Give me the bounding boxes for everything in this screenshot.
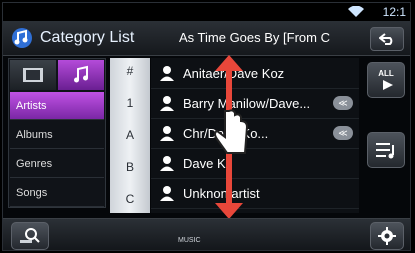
person-icon: [160, 96, 174, 111]
index-1[interactable]: 1: [110, 96, 150, 110]
category-songs[interactable]: Songs: [10, 179, 104, 207]
category-genres[interactable]: Genres: [10, 150, 104, 178]
side-controls: ALL: [363, 58, 409, 213]
audio-tab[interactable]: [58, 60, 104, 90]
play-icon: [383, 80, 393, 90]
index-c[interactable]: C: [110, 192, 150, 206]
person-icon: [160, 126, 174, 141]
gear-icon: [378, 227, 396, 245]
more-icon[interactable]: ≪: [333, 126, 353, 140]
back-button[interactable]: [370, 27, 404, 51]
back-arrow-icon: [379, 33, 393, 45]
list-item[interactable]: Anitaer/Dave Koz: [151, 58, 359, 89]
list-item[interactable]: Unknon artist: [151, 178, 359, 209]
play-all-button[interactable]: ALL: [367, 62, 405, 98]
category-artists[interactable]: Artists: [10, 92, 104, 120]
playlist-icon: [376, 143, 394, 159]
page-title: Category List: [40, 29, 135, 46]
index-hash[interactable]: #: [110, 64, 150, 78]
alphabet-index[interactable]: # 1 A B C: [110, 58, 150, 213]
list-item[interactable]: Chr/Dave Ko... ≪: [151, 118, 359, 149]
index-a[interactable]: A: [110, 128, 150, 142]
category-albums[interactable]: Albums: [10, 121, 104, 149]
index-b[interactable]: B: [110, 160, 150, 174]
header-bar: Category List As Time Goes By [From C: [3, 21, 410, 56]
settings-button[interactable]: [370, 222, 404, 250]
list-item[interactable]: Barry Manilow/Dave... ≪: [151, 88, 359, 119]
artist-list: Anitaer/Dave Koz Barry Manilow/Dave... ≪…: [151, 58, 359, 213]
queue-button[interactable]: [367, 132, 405, 168]
status-time: 12:1: [382, 5, 406, 19]
screen-frame: 12:1 Category List As Time Goes By [From…: [2, 2, 411, 251]
status-bar: 12:1: [3, 3, 410, 21]
more-icon[interactable]: ≪: [333, 96, 353, 110]
music-note-icon: [74, 65, 88, 83]
person-icon: [160, 156, 174, 171]
list-item[interactable]: Dave Kz: [151, 148, 359, 179]
wifi-icon: [348, 6, 364, 17]
search-button[interactable]: [11, 222, 49, 250]
scroll-gesture-icon: [214, 55, 249, 219]
music-app-icon: [12, 28, 32, 48]
source-label: MUSIC: [178, 237, 201, 244]
play-all-label: ALL: [378, 69, 394, 78]
person-icon: [160, 186, 174, 201]
video-tab[interactable]: [10, 60, 56, 90]
person-icon: [160, 66, 174, 81]
video-icon: [23, 68, 43, 82]
bottom-bar: MUSIC: [3, 218, 410, 250]
now-playing-track: As Time Goes By [From C: [179, 30, 330, 45]
search-icon: [20, 228, 40, 243]
category-panel: Artists Albums Genres Songs: [8, 58, 106, 208]
